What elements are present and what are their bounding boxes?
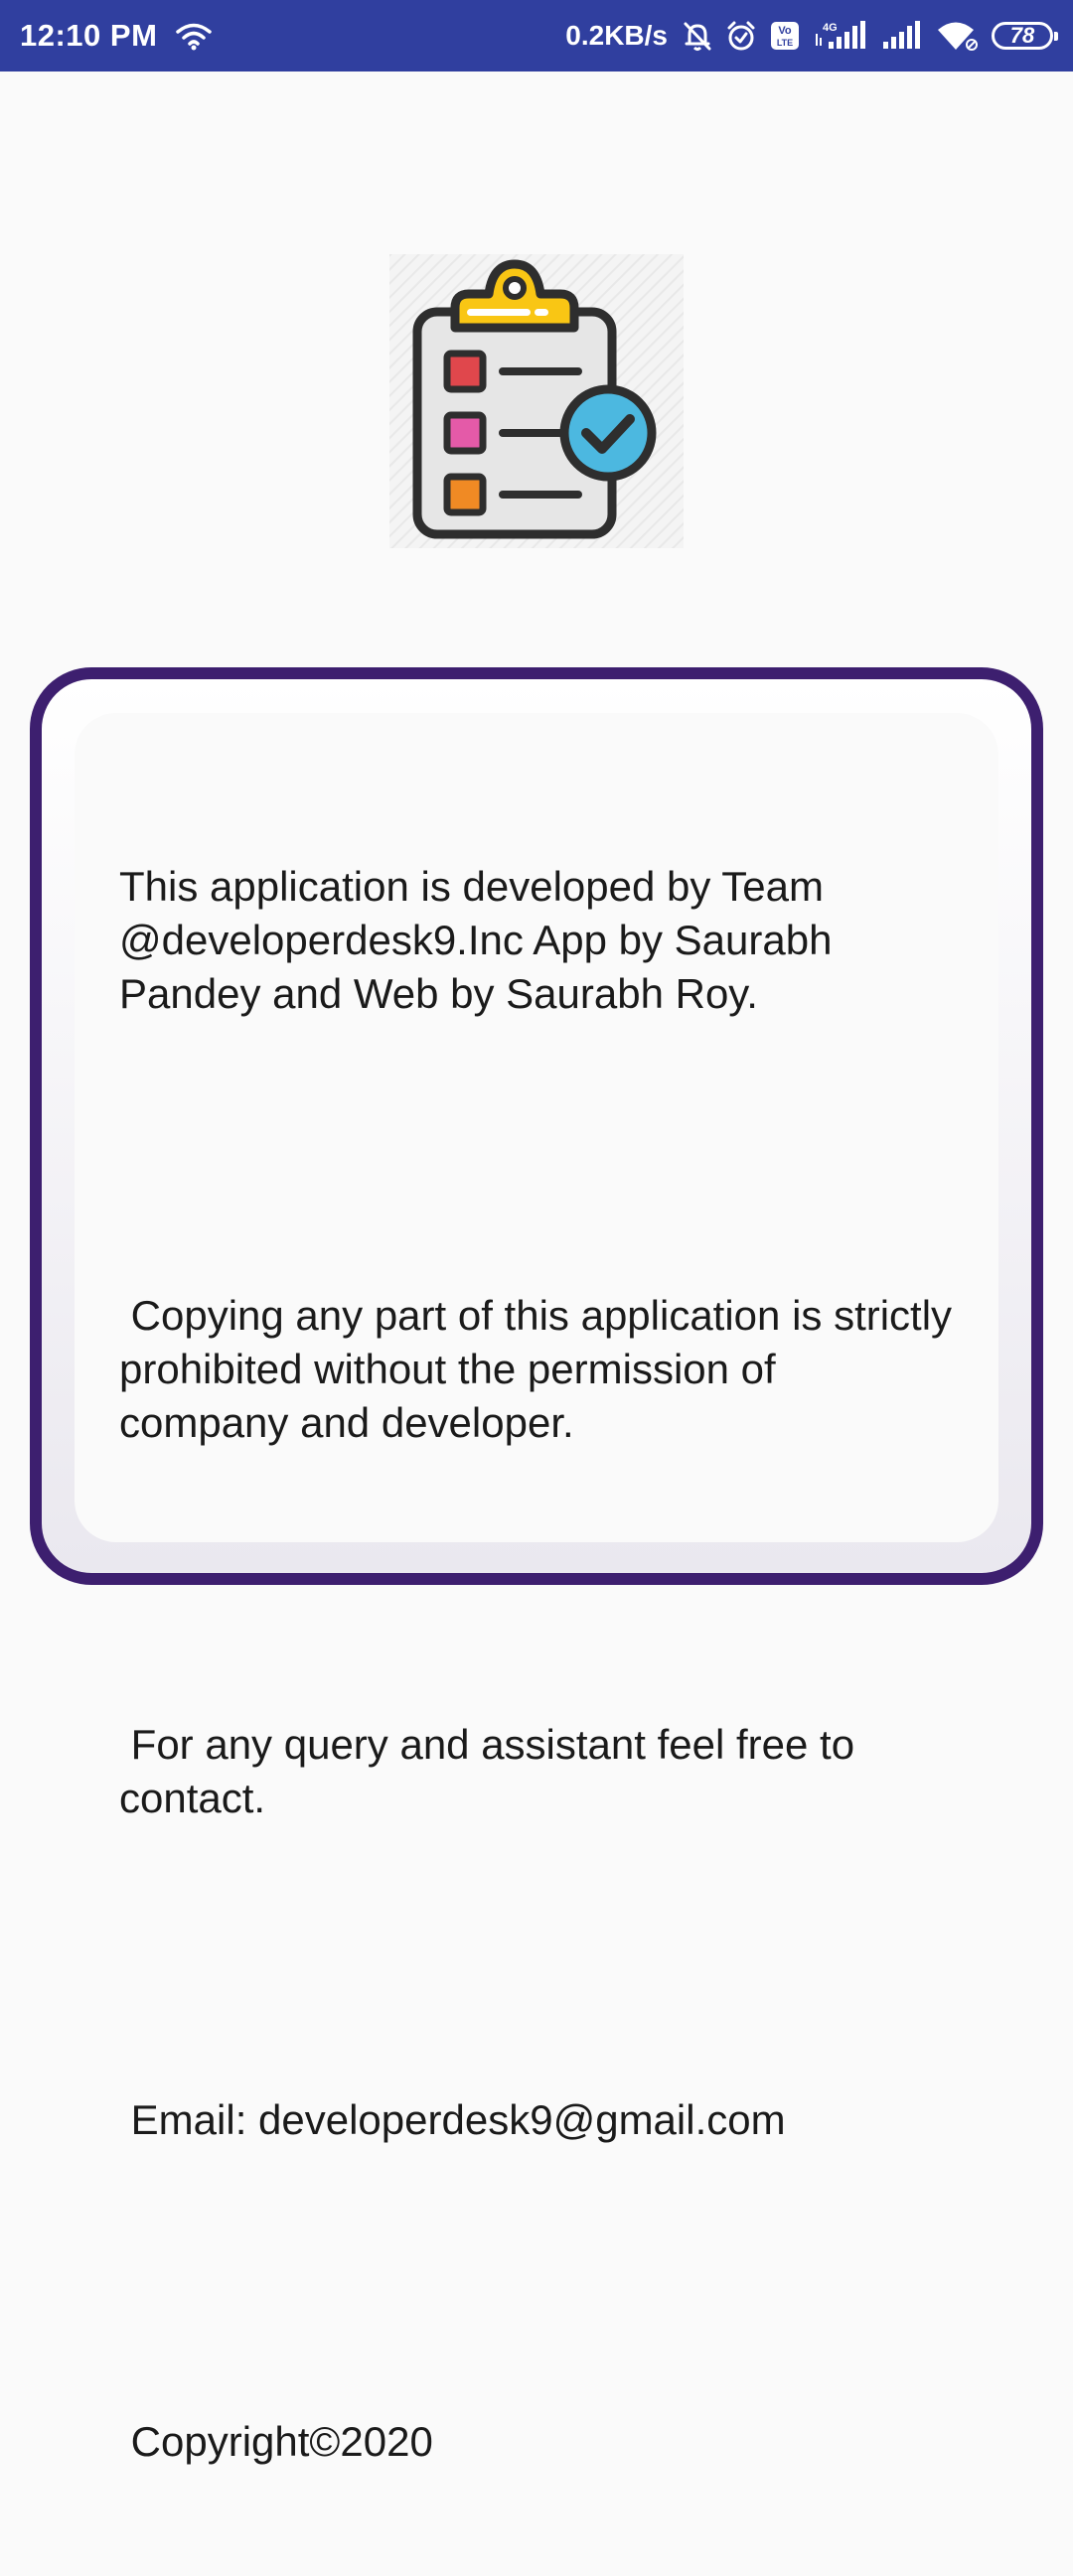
about-copying-paragraph: Copying any part of this application is …: [119, 1292, 964, 1446]
contact-email[interactable]: Email: developerdesk9@gmail.com: [119, 2093, 953, 2147]
wifi-hotspot-icon: [175, 21, 213, 51]
network-type-label: 4G: [823, 22, 838, 34]
alarm-clock-icon: [725, 20, 757, 52]
about-contact-paragraph: For any query and assistant feel free to…: [119, 1721, 866, 1821]
volte-icon: Vo LTE: [769, 20, 801, 52]
wifi-icon: [936, 20, 980, 52]
volte-label-bottom: LTE: [777, 38, 793, 48]
network-speed: 0.2KB/s: [565, 20, 668, 51]
status-right: 0.2KB/s Vo LTE 4G 78: [565, 20, 1058, 52]
app-logo: [389, 254, 684, 548]
status-time: 12:10 PM: [20, 18, 158, 53]
copyright-text: Copyright©2020: [119, 2418, 433, 2465]
signal-4g-icon: 4G: [813, 20, 868, 52]
status-bar: 12:10 PM 0.2KB/s Vo LTE 4G 78: [0, 0, 1073, 72]
battery-level: 78: [1009, 23, 1035, 48]
about-developer-paragraph: This application is developed by Team @d…: [119, 863, 844, 1017]
about-card-content: This application is developed by Team @d…: [75, 713, 998, 2465]
battery-icon: 78: [992, 22, 1058, 50]
checklist-clipboard-icon: [389, 254, 684, 548]
about-text: This application is developed by Team @d…: [119, 753, 953, 2576]
signal-icon: [880, 20, 924, 52]
bell-muted-icon: [682, 20, 713, 52]
volte-label-top: Vo: [778, 25, 792, 37]
status-left: 12:10 PM: [20, 18, 213, 54]
